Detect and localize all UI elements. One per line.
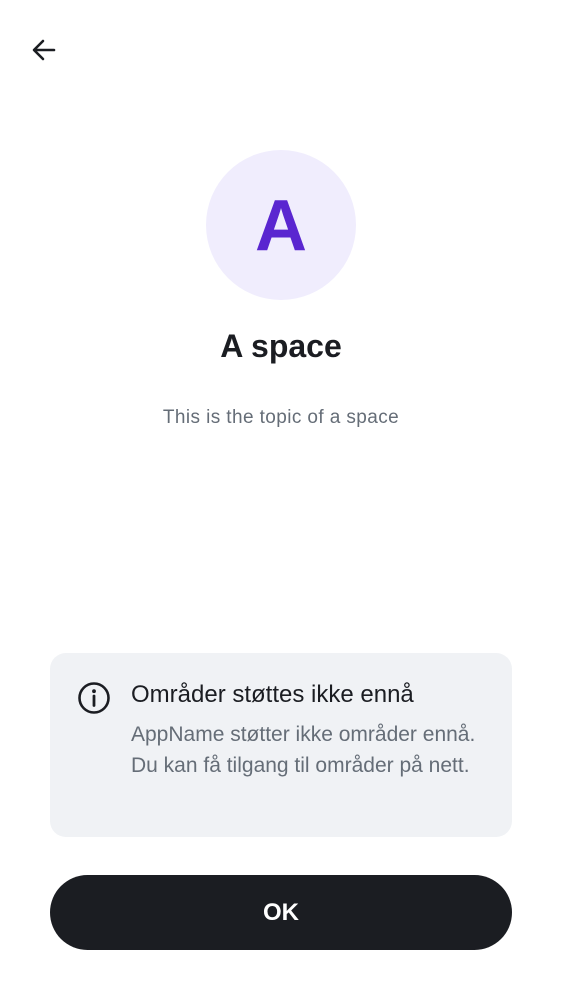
spaces-not-supported-notice: Områder støttes ikke ennå AppName støtte… (50, 653, 512, 837)
avatar-letter: A (255, 186, 307, 266)
ok-button[interactable]: OK (50, 875, 512, 950)
space-topic: This is the topic of a space (162, 407, 400, 428)
notice-body: AppName støtter ikke områder ennå. Du ka… (131, 723, 476, 777)
notice-title: Områder støttes ikke ennå (131, 681, 414, 708)
space-avatar: A (206, 150, 356, 300)
space-name: A space (220, 328, 342, 364)
back-button[interactable] (22, 28, 66, 72)
arrow-left-icon (32, 39, 56, 61)
info-icon (78, 682, 110, 714)
